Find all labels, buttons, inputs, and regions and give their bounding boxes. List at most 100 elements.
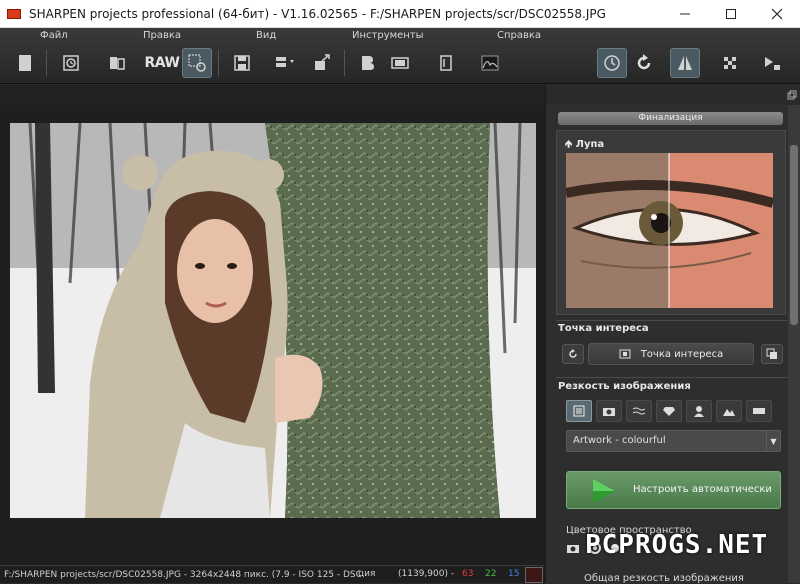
status-file-info: F:/SHARPEN projects/scr/DSC02558.JPG - 3…: [4, 569, 362, 580]
status-coords: (1139,900) -: [398, 569, 455, 579]
raw-button[interactable]: RAW: [144, 48, 180, 78]
menu-view[interactable]: Вид: [256, 30, 276, 41]
panorama-icon: [753, 408, 765, 414]
preset-dropdown-value: Artwork - colourful: [573, 435, 666, 446]
batch-settings-button[interactable]: [182, 48, 212, 78]
main-photo[interactable]: [10, 123, 536, 518]
maximize-icon[interactable]: [708, 0, 754, 28]
image-canvas[interactable]: [0, 105, 545, 565]
chevron-down-icon[interactable]: ▼: [766, 431, 780, 451]
wave-icon: [632, 407, 646, 415]
brush-icon: [362, 56, 374, 70]
loupe-title: Лупа: [575, 139, 605, 150]
status-suffix: ция: [358, 569, 376, 579]
camera-small-icon[interactable]: [566, 542, 580, 554]
poi-title: Точка интереса: [558, 323, 649, 334]
portrait-icon: [694, 406, 704, 417]
timer-icon: [604, 55, 620, 71]
history-button[interactable]: [56, 48, 86, 78]
info-panel-icon: [440, 55, 452, 71]
preset-portrait-button[interactable]: [686, 400, 712, 422]
page-icon: [19, 55, 31, 71]
loupe-panel: 🡹 Лупа: [556, 130, 786, 315]
sidebar-scrollbar[interactable]: [788, 105, 800, 583]
preset-wave-button[interactable]: [626, 400, 652, 422]
status-green-value: 22: [485, 569, 497, 579]
auto-adjust-button[interactable]: Настроить автоматически: [566, 471, 781, 509]
checker-icon: [724, 57, 736, 69]
raw-label: RAW: [144, 55, 180, 71]
export-icon: [276, 57, 294, 67]
mountain-icon: [723, 409, 735, 416]
status-red-value: 63: [462, 569, 474, 579]
arrow-up-icon: 🡹: [565, 139, 573, 150]
restore-panel-icon[interactable]: [787, 90, 797, 100]
poi-button[interactable]: Точка интереса: [588, 343, 754, 365]
save-button[interactable]: [227, 48, 257, 78]
poi-reset-button[interactable]: [562, 344, 584, 364]
close-icon[interactable]: [754, 0, 800, 28]
auto-adjust-label: Настроить автоматически: [633, 484, 772, 495]
play-icon: [593, 479, 615, 503]
canvas-header-strip: [0, 85, 545, 105]
toolbar-separator: [344, 50, 345, 76]
menu-file[interactable]: Файл: [40, 30, 68, 41]
histogram-button[interactable]: [475, 48, 505, 78]
filmstrip-icon: [391, 57, 409, 69]
menu-help[interactable]: Справка: [497, 30, 541, 41]
finalization-header[interactable]: Финализация: [558, 112, 783, 125]
preset-panorama-button[interactable]: [746, 400, 772, 422]
brush-tool-button[interactable]: [353, 48, 383, 78]
right-sidebar: Финализация 🡹 Лупа Точка интереса Точка …: [545, 85, 800, 584]
share-button[interactable]: [307, 48, 337, 78]
output-button[interactable]: [757, 48, 787, 78]
split-view-icon: [678, 56, 692, 70]
histogram-icon: [481, 55, 499, 71]
camera-icon: [603, 408, 615, 416]
window-title: SHARPEN projects professional (64-бит) -…: [29, 6, 606, 21]
refresh-small-icon: [569, 349, 577, 358]
share-icon: [315, 54, 330, 70]
refresh-icon: [637, 54, 651, 70]
checker-button[interactable]: [715, 48, 745, 78]
batch-gear-icon: [188, 54, 206, 72]
poi-copy-button[interactable]: [761, 344, 783, 364]
preset-camera-button[interactable]: [596, 400, 622, 422]
preset-dropdown[interactable]: Artwork - colourful ▼: [566, 430, 781, 452]
export-button[interactable]: [268, 48, 304, 78]
status-blue-value: 15: [508, 569, 520, 579]
new-file-button[interactable]: [10, 48, 40, 78]
loupe-title-row[interactable]: 🡹 Лупа: [565, 137, 604, 154]
section-divider: [556, 377, 788, 378]
filmstrip-button[interactable]: [385, 48, 415, 78]
preset-document-button[interactable]: [566, 400, 592, 422]
sidebar-topbar: [546, 85, 800, 105]
menu-tools[interactable]: Инструменты: [352, 30, 424, 41]
info-button[interactable]: [431, 48, 461, 78]
target-frame-icon: [619, 349, 631, 359]
copy-icon: [766, 348, 777, 359]
compare-button[interactable]: [102, 48, 132, 78]
preset-landscape-button[interactable]: [716, 400, 742, 422]
diamond-icon: [663, 407, 675, 416]
eye-closeup-illustration: [566, 153, 773, 308]
sidebar-scroll-thumb[interactable]: [790, 145, 798, 325]
timer-toggle-button[interactable]: [597, 48, 627, 78]
poi-button-label: Точка интереса: [640, 348, 724, 360]
app-logo: [7, 8, 21, 19]
split-view-button[interactable]: [670, 48, 700, 78]
menu-edit[interactable]: Правка: [143, 30, 181, 41]
toolbar-separator: [46, 50, 47, 76]
save-icon: [234, 55, 250, 71]
photo-illustration: [10, 123, 536, 518]
loupe-preview[interactable]: [566, 153, 773, 308]
minimize-icon[interactable]: [662, 0, 708, 28]
document-icon: [573, 405, 585, 417]
refresh-button[interactable]: [629, 48, 659, 78]
compare-icon: [110, 57, 125, 70]
toolbar-separator: [218, 50, 219, 76]
sharpness-title: Резкость изображения: [558, 381, 691, 392]
preset-icon-row: [566, 400, 772, 422]
preset-diamond-button[interactable]: [656, 400, 682, 422]
main-toolbar: Файл Правка Вид Инструменты Справка RAW: [0, 28, 800, 84]
